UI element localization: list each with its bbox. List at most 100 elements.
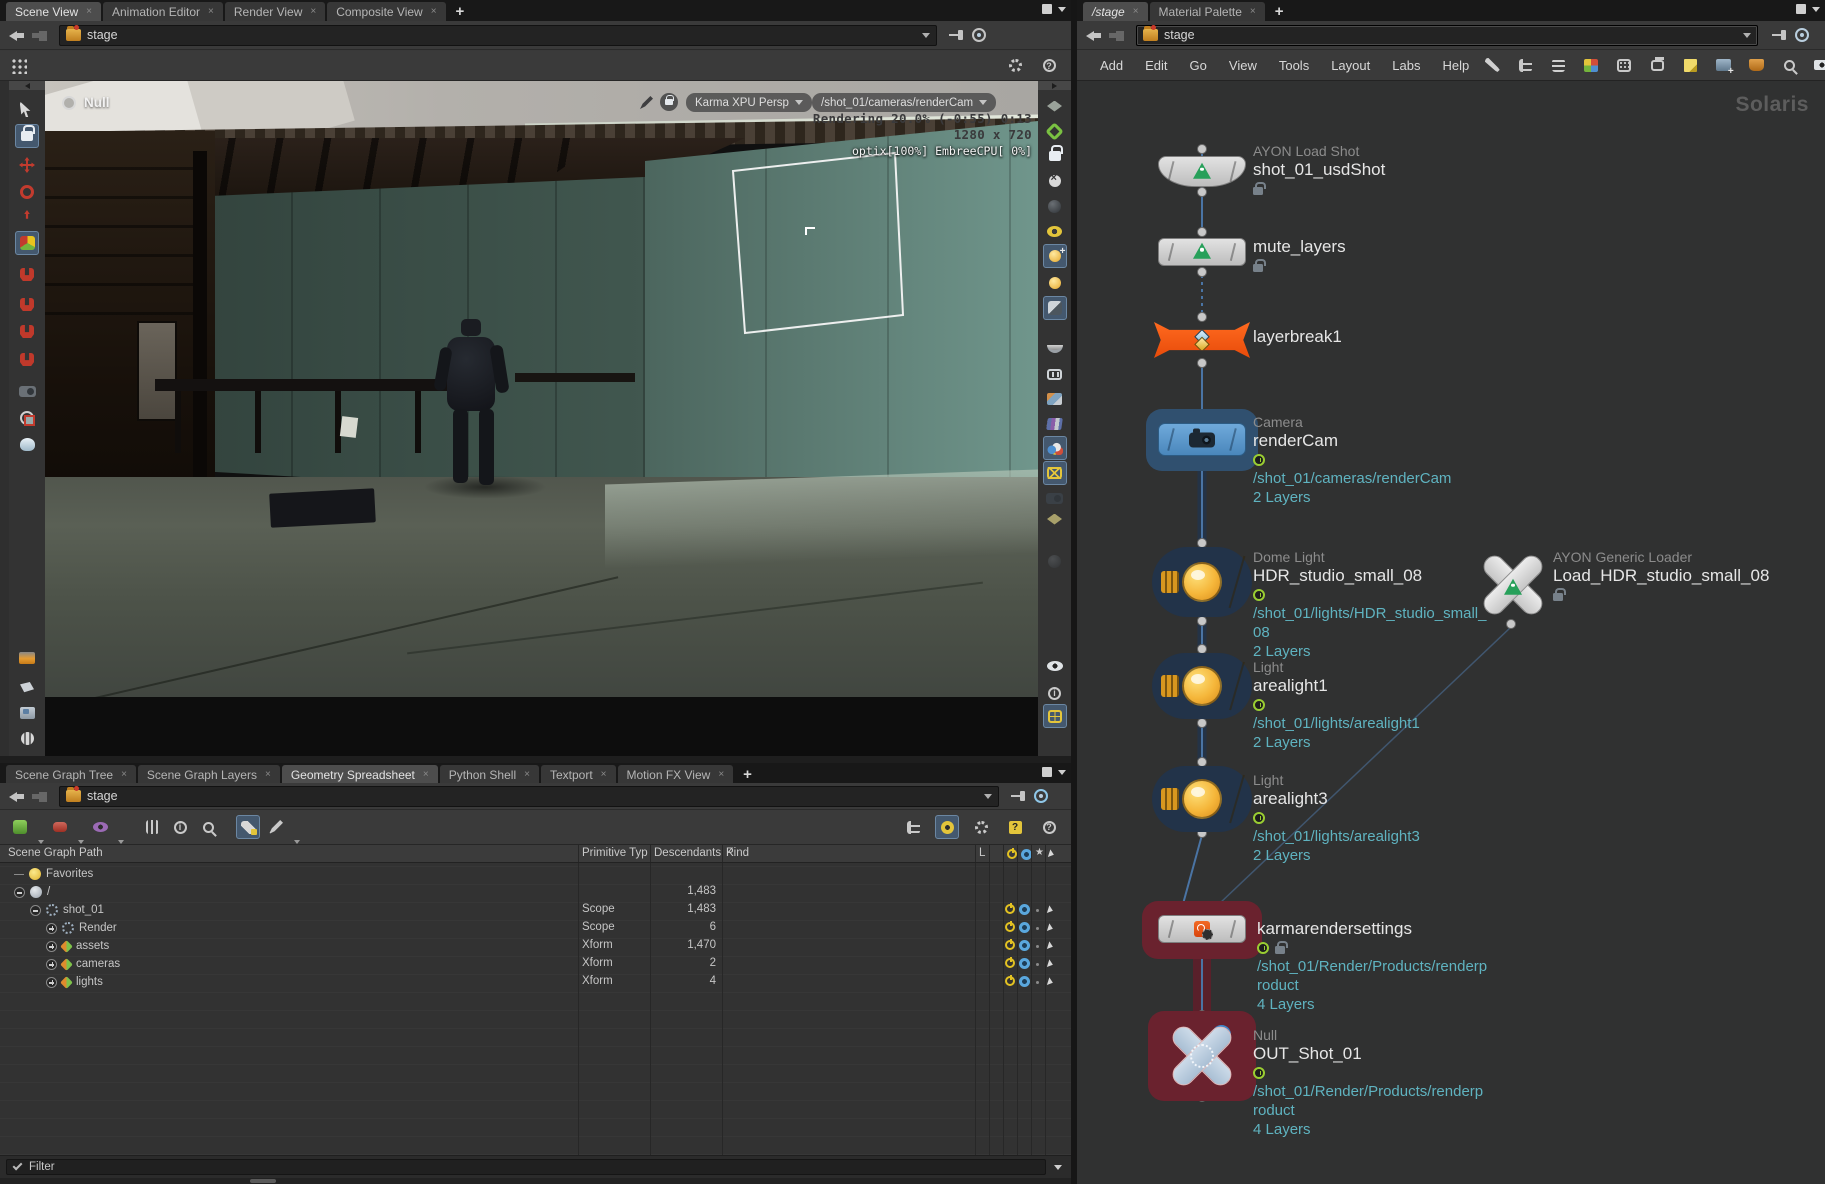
activation-flag[interactable] xyxy=(1005,904,1015,914)
scene-graph-table[interactable]: Favorites/1,483shot_01Scope1,483RenderSc… xyxy=(0,863,1071,1155)
tree-hierarchy-icon[interactable] xyxy=(1513,53,1537,77)
tool-grid-icon[interactable] xyxy=(10,57,27,74)
tab-python-shell[interactable]: Python Shell× xyxy=(440,765,539,784)
node-out-shot-01[interactable] xyxy=(1165,1019,1239,1093)
row-cursor-flag[interactable] xyxy=(1047,977,1054,986)
menu-edit[interactable]: Edit xyxy=(1134,50,1178,80)
tab-material-palette[interactable]: Material Palette× xyxy=(1150,2,1265,21)
flag-column-header-p[interactable]: P xyxy=(726,847,734,859)
filter-sliders-icon[interactable] xyxy=(140,815,164,839)
target-circle-icon[interactable] xyxy=(935,815,959,839)
horizontal-pane-divider[interactable] xyxy=(0,756,1071,763)
follow-selection-icon[interactable] xyxy=(1034,789,1048,803)
row-cursor-flag[interactable] xyxy=(1047,905,1054,914)
light-pin-icon[interactable] xyxy=(1043,271,1067,295)
grid-diamond-icon[interactable] xyxy=(1043,507,1067,531)
snap-point-icon[interactable] xyxy=(15,319,39,343)
activation-flag[interactable] xyxy=(1005,958,1015,968)
pane-controls-bottom[interactable] xyxy=(1042,767,1066,777)
node-arealight1[interactable] xyxy=(1152,653,1252,719)
tab-close-icon[interactable]: × xyxy=(265,769,271,780)
network-path-field[interactable]: stage xyxy=(1136,25,1758,46)
zoom-select-icon[interactable] xyxy=(196,815,220,839)
node-arealight3[interactable] xyxy=(1152,766,1252,832)
pane-maximize-icon[interactable] xyxy=(1796,4,1806,14)
menu-tools[interactable]: Tools xyxy=(1268,50,1320,80)
forward-icon[interactable] xyxy=(1108,29,1124,41)
sphere-faint-icon[interactable] xyxy=(1043,549,1067,573)
pane-maximize-icon[interactable] xyxy=(1042,4,1052,14)
link-chain-icon[interactable] xyxy=(236,815,260,839)
tab-close-icon[interactable]: × xyxy=(718,769,724,780)
row-cursor-flag[interactable] xyxy=(1047,923,1054,932)
tab-motion-fx-view[interactable]: Motion FX View× xyxy=(618,765,734,784)
snapshot-gallery-icon[interactable] xyxy=(1043,387,1067,411)
filter-check-icon[interactable] xyxy=(13,1161,23,1171)
menu-go[interactable]: Go xyxy=(1179,50,1218,80)
tab-scene-graph-tree[interactable]: Scene Graph Tree× xyxy=(6,765,136,784)
pause-render-icon[interactable] xyxy=(1043,362,1067,386)
current-node-indicator[interactable]: Null xyxy=(62,95,110,110)
hierarchy-icon[interactable] xyxy=(901,815,925,839)
activation-flag[interactable] xyxy=(1005,976,1015,986)
back-icon[interactable] xyxy=(1086,29,1102,41)
pane-menu-caret-icon[interactable] xyxy=(1058,770,1066,775)
camera-frame-icon[interactable] xyxy=(1043,461,1067,485)
camera-lock-icon[interactable] xyxy=(660,93,678,111)
path-dropdown-caret-icon[interactable] xyxy=(984,794,992,799)
node-shot-01-usdshot[interactable] xyxy=(1158,156,1246,187)
scene-graph-table-header[interactable]: Scene Graph PathPrimitive TypDescendants… xyxy=(0,845,1071,863)
snap-curve-icon[interactable] xyxy=(15,292,39,316)
snap-grid-icon[interactable] xyxy=(15,262,39,286)
path-dropdown-caret-icon[interactable] xyxy=(922,33,930,38)
filter-menu-caret-icon[interactable] xyxy=(1054,1165,1062,1170)
snapshot-image-icon[interactable] xyxy=(15,701,39,725)
column-header-descendants[interactable]: Descendants xyxy=(654,847,721,859)
tab-close-icon[interactable]: × xyxy=(423,769,429,780)
tab-textport[interactable]: Textport× xyxy=(541,765,616,784)
menu-labs[interactable]: Labs xyxy=(1381,50,1431,80)
tab-close-icon[interactable]: × xyxy=(1250,6,1256,17)
flag-column-header-l[interactable]: L xyxy=(979,847,985,859)
tab-close-icon[interactable]: × xyxy=(208,6,214,17)
table-row-render[interactable]: RenderScope6 xyxy=(0,919,1071,937)
table-row-shot-01[interactable]: shot_01Scope1,483 xyxy=(0,901,1071,919)
palette-grid-icon[interactable] xyxy=(1579,53,1603,77)
visibility-box-icon[interactable] xyxy=(1810,53,1825,77)
scene-lights-icon[interactable] xyxy=(1043,244,1067,268)
render-clipboard-icon[interactable] xyxy=(15,676,39,700)
tab-close-icon[interactable]: × xyxy=(601,769,607,780)
expand-icon[interactable] xyxy=(46,959,57,970)
forward-icon[interactable] xyxy=(31,29,47,41)
translate-icon[interactable] xyxy=(15,153,39,177)
visibility-flag[interactable] xyxy=(1019,958,1030,969)
node-layerbreak1[interactable] xyxy=(1154,322,1250,358)
window-duplicate-icon[interactable] xyxy=(1645,53,1669,77)
tab-scene-graph-layers[interactable]: Scene Graph Layers× xyxy=(138,765,280,784)
render-viewport-image[interactable] xyxy=(45,81,1038,697)
flipbook-film-icon[interactable] xyxy=(15,726,39,750)
viewport[interactable]: Null Karma XPU Persp /shot_01/cameras/re… xyxy=(0,81,1071,756)
new-tab-button[interactable]: + xyxy=(735,765,760,784)
tab-close-icon[interactable]: × xyxy=(121,769,127,780)
visibility-flag[interactable] xyxy=(1019,922,1030,933)
tab-close-icon[interactable]: × xyxy=(431,6,437,17)
network-graph[interactable]: Solaris AYON Load Shotshot_01_usdShotmut… xyxy=(1077,81,1825,1184)
tab-geometry-spreadsheet[interactable]: Geometry Spreadsheet× xyxy=(282,765,438,784)
sticky-note-icon[interactable] xyxy=(1678,53,1702,77)
tab-close-icon[interactable]: × xyxy=(1133,6,1139,17)
secure-selection-lock-icon[interactable] xyxy=(15,124,39,148)
toolbar-collapse-icon[interactable] xyxy=(9,81,45,90)
tab-composite-view[interactable]: Composite View× xyxy=(327,2,445,21)
visibility-flag[interactable] xyxy=(1019,940,1030,951)
tab-scene-view[interactable]: Scene View× xyxy=(6,2,101,21)
background-sphere-icon[interactable] xyxy=(1043,194,1067,218)
info-circle-icon[interactable] xyxy=(168,815,192,839)
lock-camera-icon[interactable] xyxy=(1043,144,1067,168)
display-materials-icon[interactable] xyxy=(1043,296,1067,320)
display-layers-icon[interactable] xyxy=(1043,94,1067,118)
follow-selection-icon[interactable] xyxy=(972,28,986,42)
activation-flag[interactable] xyxy=(1005,940,1015,950)
collapse-icon[interactable] xyxy=(30,905,41,916)
new-tab-button[interactable]: + xyxy=(448,2,473,21)
